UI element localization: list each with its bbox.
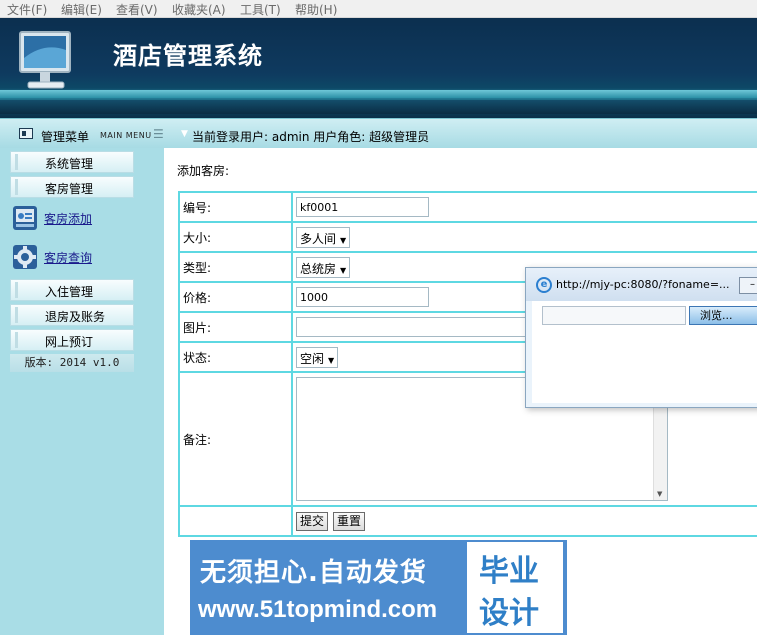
sidebar-item-checkin[interactable]: 入住管理 bbox=[10, 279, 134, 301]
id-label: 编号: bbox=[178, 191, 293, 223]
file-path-input[interactable] bbox=[542, 306, 686, 325]
sidebar-item-checkout[interactable]: 退房及账务 bbox=[10, 304, 134, 326]
menu-subtitle: MAIN MENU bbox=[100, 131, 152, 140]
image-label: 图片: bbox=[178, 311, 293, 343]
menu-tools[interactable]: 工具(T) bbox=[240, 1, 281, 18]
browse-button[interactable]: 浏览... bbox=[689, 306, 757, 325]
reset-button[interactable]: 重置 bbox=[333, 511, 366, 531]
chevron-down-icon: ▼ bbox=[328, 355, 335, 365]
popup-url: http://mjy-pc:8080/?foname=... bbox=[556, 278, 730, 291]
submit-button[interactable]: 提交 bbox=[296, 511, 329, 531]
sidebar-item-label: 入住管理 bbox=[45, 285, 94, 299]
menu-help[interactable]: 帮助(H) bbox=[295, 1, 337, 18]
info-strip: 管理菜单 MAIN MENU ☰ ▼ 当前登录用户: admin 用户角色: 超… bbox=[0, 118, 757, 148]
chevron-down-icon: ▼ bbox=[340, 235, 347, 245]
type-label: 类型: bbox=[178, 251, 293, 283]
sidebar: 系统管理 客房管理 客房添加 客房查询 入住管理 退房及账务 网上预订 版本: … bbox=[0, 148, 160, 635]
banner-stripe-dark bbox=[0, 100, 757, 114]
ad-line-2: www.51topmind.com bbox=[198, 596, 438, 623]
gear-icon bbox=[13, 245, 37, 269]
menu-edit[interactable]: 编辑(E) bbox=[61, 1, 102, 18]
popup-body: 浏览... bbox=[532, 301, 757, 403]
page-title: 添加客房: bbox=[177, 164, 230, 178]
app-title: 酒店管理系统 bbox=[113, 41, 263, 70]
remark-label: 备注: bbox=[178, 371, 293, 507]
sidebar-item-booking[interactable]: 网上预订 bbox=[10, 329, 134, 351]
sidebar-subitem-add-room[interactable]: 客房添加 bbox=[10, 201, 134, 237]
sidebar-item-system[interactable]: 系统管理 bbox=[10, 151, 134, 173]
computer-monitor-icon bbox=[19, 31, 71, 89]
status-select[interactable]: 空闲 ▼ bbox=[296, 346, 339, 368]
price-field[interactable] bbox=[296, 287, 429, 307]
type-select-value: 总统房 bbox=[300, 261, 337, 276]
menu-favorites[interactable]: 收藏夹(A) bbox=[172, 1, 226, 18]
banner-stripe bbox=[0, 90, 757, 98]
browser-menu-bar: 文件(F) 编辑(E) 查看(V) 收藏夹(A) 工具(T) 帮助(H) bbox=[0, 0, 757, 18]
sidebar-item-label: 系统管理 bbox=[45, 157, 94, 171]
room-id-field[interactable] bbox=[296, 197, 429, 217]
sidebar-link-add-room[interactable]: 客房添加 bbox=[44, 210, 92, 227]
size-label: 大小: bbox=[178, 221, 293, 253]
sidebar-subitem-query-room[interactable]: 客房查询 bbox=[10, 240, 134, 276]
ad-badge-line-2: 设计 bbox=[479, 596, 539, 631]
current-user-info: 当前登录用户: admin 用户角色: 超级管理员 bbox=[192, 130, 430, 144]
sidebar-item-rooms[interactable]: 客房管理 bbox=[10, 176, 134, 198]
hamburger-icon: ☰ bbox=[153, 127, 164, 141]
chevron-down-icon: ▼ bbox=[340, 265, 347, 275]
empty-cell bbox=[178, 505, 293, 537]
header-banner: 酒店管理系统 bbox=[0, 18, 757, 118]
image-file-field[interactable] bbox=[296, 317, 536, 337]
status-select-value: 空闲 bbox=[300, 351, 325, 366]
size-select-value: 多人间 bbox=[300, 231, 337, 246]
price-label: 价格: bbox=[178, 281, 293, 313]
ad-line-1: 无须担心.自动发货 bbox=[200, 558, 427, 588]
file-upload-popup: e http://mjy-pc:8080/?foname=... – 浏览... bbox=[525, 267, 757, 408]
sidebar-item-label: 客房管理 bbox=[45, 182, 94, 196]
arrow-down-icon: ▼ bbox=[181, 129, 188, 139]
sidebar-item-label: 退房及账务 bbox=[45, 310, 106, 324]
size-select[interactable]: 多人间 ▼ bbox=[296, 226, 351, 248]
menu-icon bbox=[19, 128, 33, 139]
menu-view[interactable]: 查看(V) bbox=[116, 1, 158, 18]
sidebar-item-label: 网上预订 bbox=[45, 335, 94, 349]
menu-title: 管理菜单 bbox=[41, 130, 90, 144]
advertisement-banner[interactable]: 无须担心.自动发货 www.51topmind.com 毕业 设计 bbox=[190, 540, 567, 635]
minimize-button[interactable]: – bbox=[739, 277, 757, 294]
sidebar-link-query-room[interactable]: 客房查询 bbox=[44, 249, 92, 266]
version-label: 版本: 2014 v1.0 bbox=[10, 354, 134, 372]
ad-badge: 毕业 设计 bbox=[467, 542, 563, 633]
ad-badge-line-1: 毕业 bbox=[479, 554, 539, 589]
popup-titlebar[interactable]: e http://mjy-pc:8080/?foname=... – bbox=[526, 268, 757, 301]
ie-logo-icon: e bbox=[536, 277, 552, 293]
type-select[interactable]: 总统房 ▼ bbox=[296, 256, 351, 278]
scroll-down-icon: ▼ bbox=[657, 490, 663, 498]
menu-file[interactable]: 文件(F) bbox=[7, 1, 47, 18]
add-room-icon bbox=[13, 206, 37, 230]
status-label: 状态: bbox=[178, 341, 293, 373]
